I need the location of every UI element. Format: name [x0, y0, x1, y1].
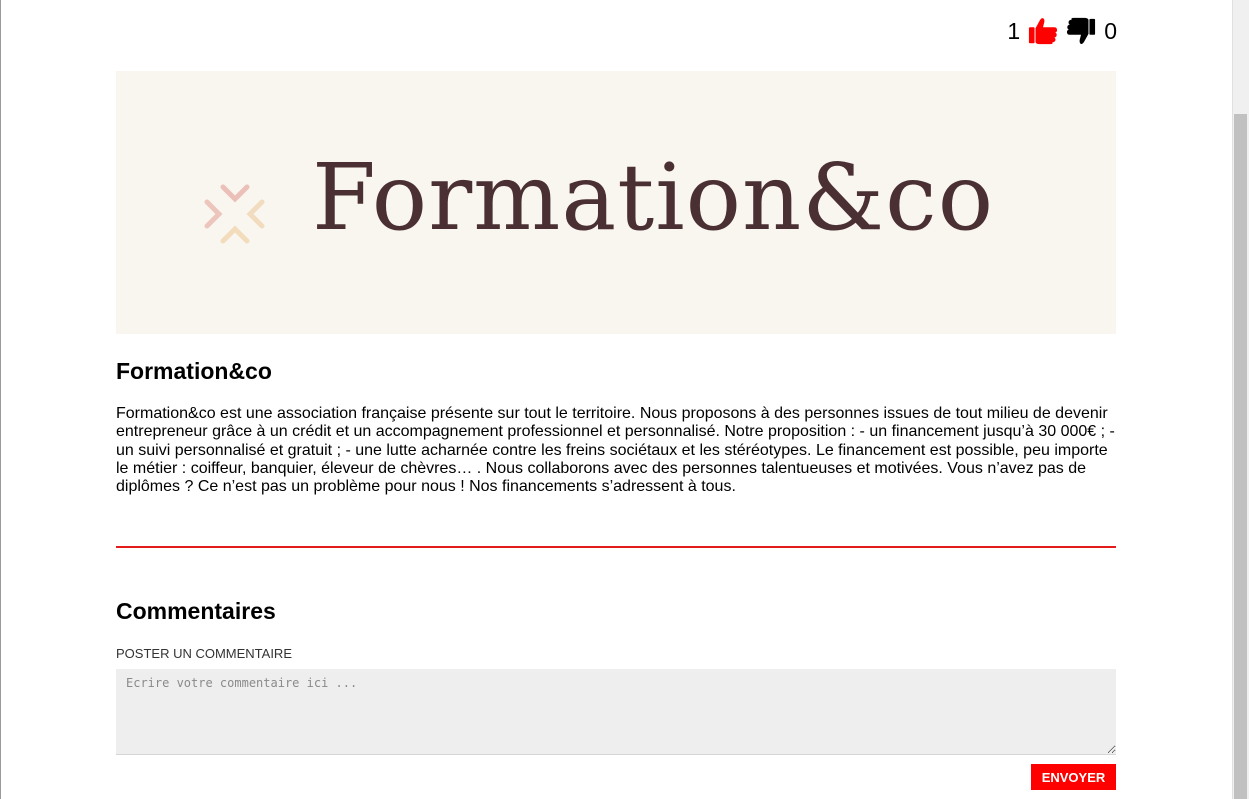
scrollbar-thumb[interactable]	[1234, 114, 1247, 799]
dislike-count: 0	[1104, 17, 1117, 44]
send-button[interactable]: ENVOYER	[1031, 764, 1116, 790]
like-count: 1	[1007, 17, 1021, 44]
section-divider	[116, 546, 1116, 548]
thumbs-up-icon[interactable]	[1028, 16, 1058, 46]
comment-input[interactable]	[116, 669, 1116, 755]
comments-heading: Commentaires	[116, 598, 276, 624]
project-description: Formation&co est une association françai…	[116, 405, 1115, 496]
post-comment-label: POSTER UN COMMENTAIRE	[116, 646, 292, 661]
vote-bar: 1 0	[1007, 14, 1117, 48]
vertical-scrollbar[interactable]	[1232, 0, 1249, 799]
thumbs-down-icon[interactable]	[1066, 16, 1096, 46]
page-title: Formation&co	[116, 358, 272, 384]
banner-logo-text: Formation&co	[312, 144, 995, 251]
